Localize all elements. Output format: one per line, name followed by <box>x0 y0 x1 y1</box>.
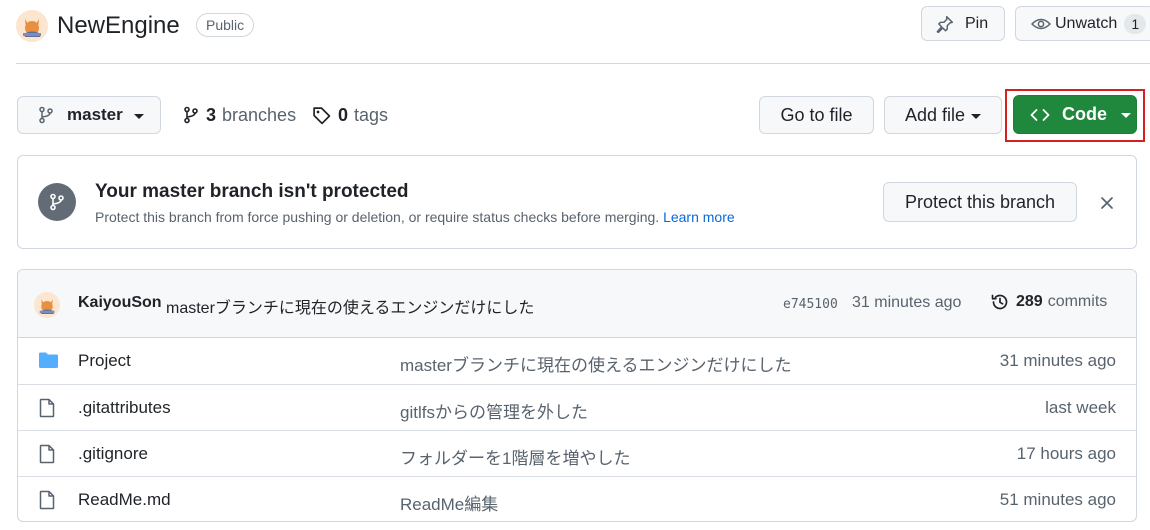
tags-link[interactable]: 0 tags <box>312 104 388 126</box>
branch-name: master <box>67 105 123 124</box>
chevron-down-icon <box>133 113 144 119</box>
table-row[interactable]: .gitattributes gitlfsからの管理を外した last week <box>18 384 1136 430</box>
branch-protection-banner: Your master branch isn't protected Prote… <box>17 155 1137 249</box>
go-to-file-button[interactable]: Go to file <box>759 96 874 134</box>
git-branch-icon <box>38 183 76 221</box>
file-icon <box>38 444 56 469</box>
protect-title: Your master branch isn't protected <box>95 181 409 202</box>
chevron-down-icon <box>1121 113 1131 118</box>
branches-link[interactable]: 3 branches <box>183 104 296 126</box>
chevron-down-icon <box>971 113 982 119</box>
tags-label: tags <box>354 104 389 125</box>
eye-icon <box>1031 15 1051 33</box>
code-icon <box>1030 107 1050 123</box>
unwatch-label: Unwatch <box>1055 14 1118 32</box>
file-commit-message[interactable]: ReadMe編集 <box>400 490 498 515</box>
file-name[interactable]: Project <box>78 351 131 371</box>
commit-time: 31 minutes ago <box>852 294 962 311</box>
file-time: 51 minutes ago <box>999 490 1116 509</box>
watch-count: 1 <box>1124 13 1147 34</box>
history-icon <box>990 292 1010 312</box>
file-icon <box>38 490 56 515</box>
table-row[interactable]: ReadMe.md ReadMe編集 51 minutes ago <box>18 476 1136 521</box>
git-branch-icon <box>183 105 199 125</box>
commits-count: 289 <box>1016 293 1043 310</box>
pin-button[interactable]: Pin <box>921 6 1005 41</box>
folder-icon <box>38 351 59 374</box>
latest-commit-bar: KaiyouSon masterブランチに現在の使えるエンジンだけにした e74… <box>18 270 1136 338</box>
unwatch-button[interactable]: Unwatch 1 <box>1015 6 1150 41</box>
code-label: Code <box>1062 104 1107 124</box>
file-name[interactable]: .gitignore <box>78 444 148 464</box>
commits-history-link[interactable]: 289 commits <box>990 292 1107 312</box>
protect-description: Protect this branch from force pushing o… <box>95 209 735 225</box>
visibility-badge: Public <box>196 13 255 37</box>
commit-message[interactable]: masterブランチに現在の使えるエンジンだけにした <box>166 294 534 318</box>
avatar[interactable] <box>34 292 60 318</box>
protect-description-text: Protect this branch from force pushing o… <box>95 209 660 225</box>
file-time: 31 minutes ago <box>999 351 1116 370</box>
file-name[interactable]: .gitattributes <box>78 398 171 418</box>
commits-label: commits <box>1047 293 1108 310</box>
branch-select-button[interactable]: master <box>17 96 161 134</box>
close-icon[interactable] <box>1096 192 1118 214</box>
git-branch-icon <box>38 106 54 124</box>
pin-label: Pin <box>965 14 989 32</box>
table-row[interactable]: .gitignore フォルダーを1階層を増やした 17 hours ago <box>18 430 1136 476</box>
tags-count: 0 <box>338 104 349 125</box>
add-file-button[interactable]: Add file <box>884 96 1002 134</box>
tag-icon <box>312 106 331 125</box>
add-file-label: Add file <box>904 104 966 125</box>
repo-name[interactable]: NewEngine <box>57 11 180 41</box>
commit-author[interactable]: KaiyouSon <box>78 294 162 312</box>
file-name[interactable]: ReadMe.md <box>78 490 171 510</box>
file-commit-message[interactable]: masterブランチに現在の使えるエンジンだけにした <box>400 351 791 376</box>
file-time: last week <box>1045 398 1116 417</box>
commit-sha[interactable]: e745100 <box>783 297 838 312</box>
file-commit-message[interactable]: gitlfsからの管理を外した <box>400 398 588 423</box>
file-commit-message[interactable]: フォルダーを1階層を増やした <box>400 444 630 469</box>
owner-avatar[interactable] <box>16 10 48 42</box>
file-time: 17 hours ago <box>1016 444 1116 463</box>
file-icon <box>38 398 56 423</box>
protect-branch-button[interactable]: Protect this branch <box>883 182 1077 222</box>
file-table: KaiyouSon masterブランチに現在の使えるエンジンだけにした e74… <box>17 269 1137 522</box>
branches-label: branches <box>222 104 297 125</box>
pin-icon <box>936 15 954 33</box>
learn-more-link[interactable]: Learn more <box>663 209 735 225</box>
branches-count: 3 <box>206 104 217 125</box>
table-row[interactable]: Project masterブランチに現在の使えるエンジンだけにした 31 mi… <box>18 338 1136 384</box>
code-button[interactable]: Code <box>1013 95 1137 134</box>
repo-header: NewEngine Public Pin Unwatch 1 <box>16 0 1150 64</box>
